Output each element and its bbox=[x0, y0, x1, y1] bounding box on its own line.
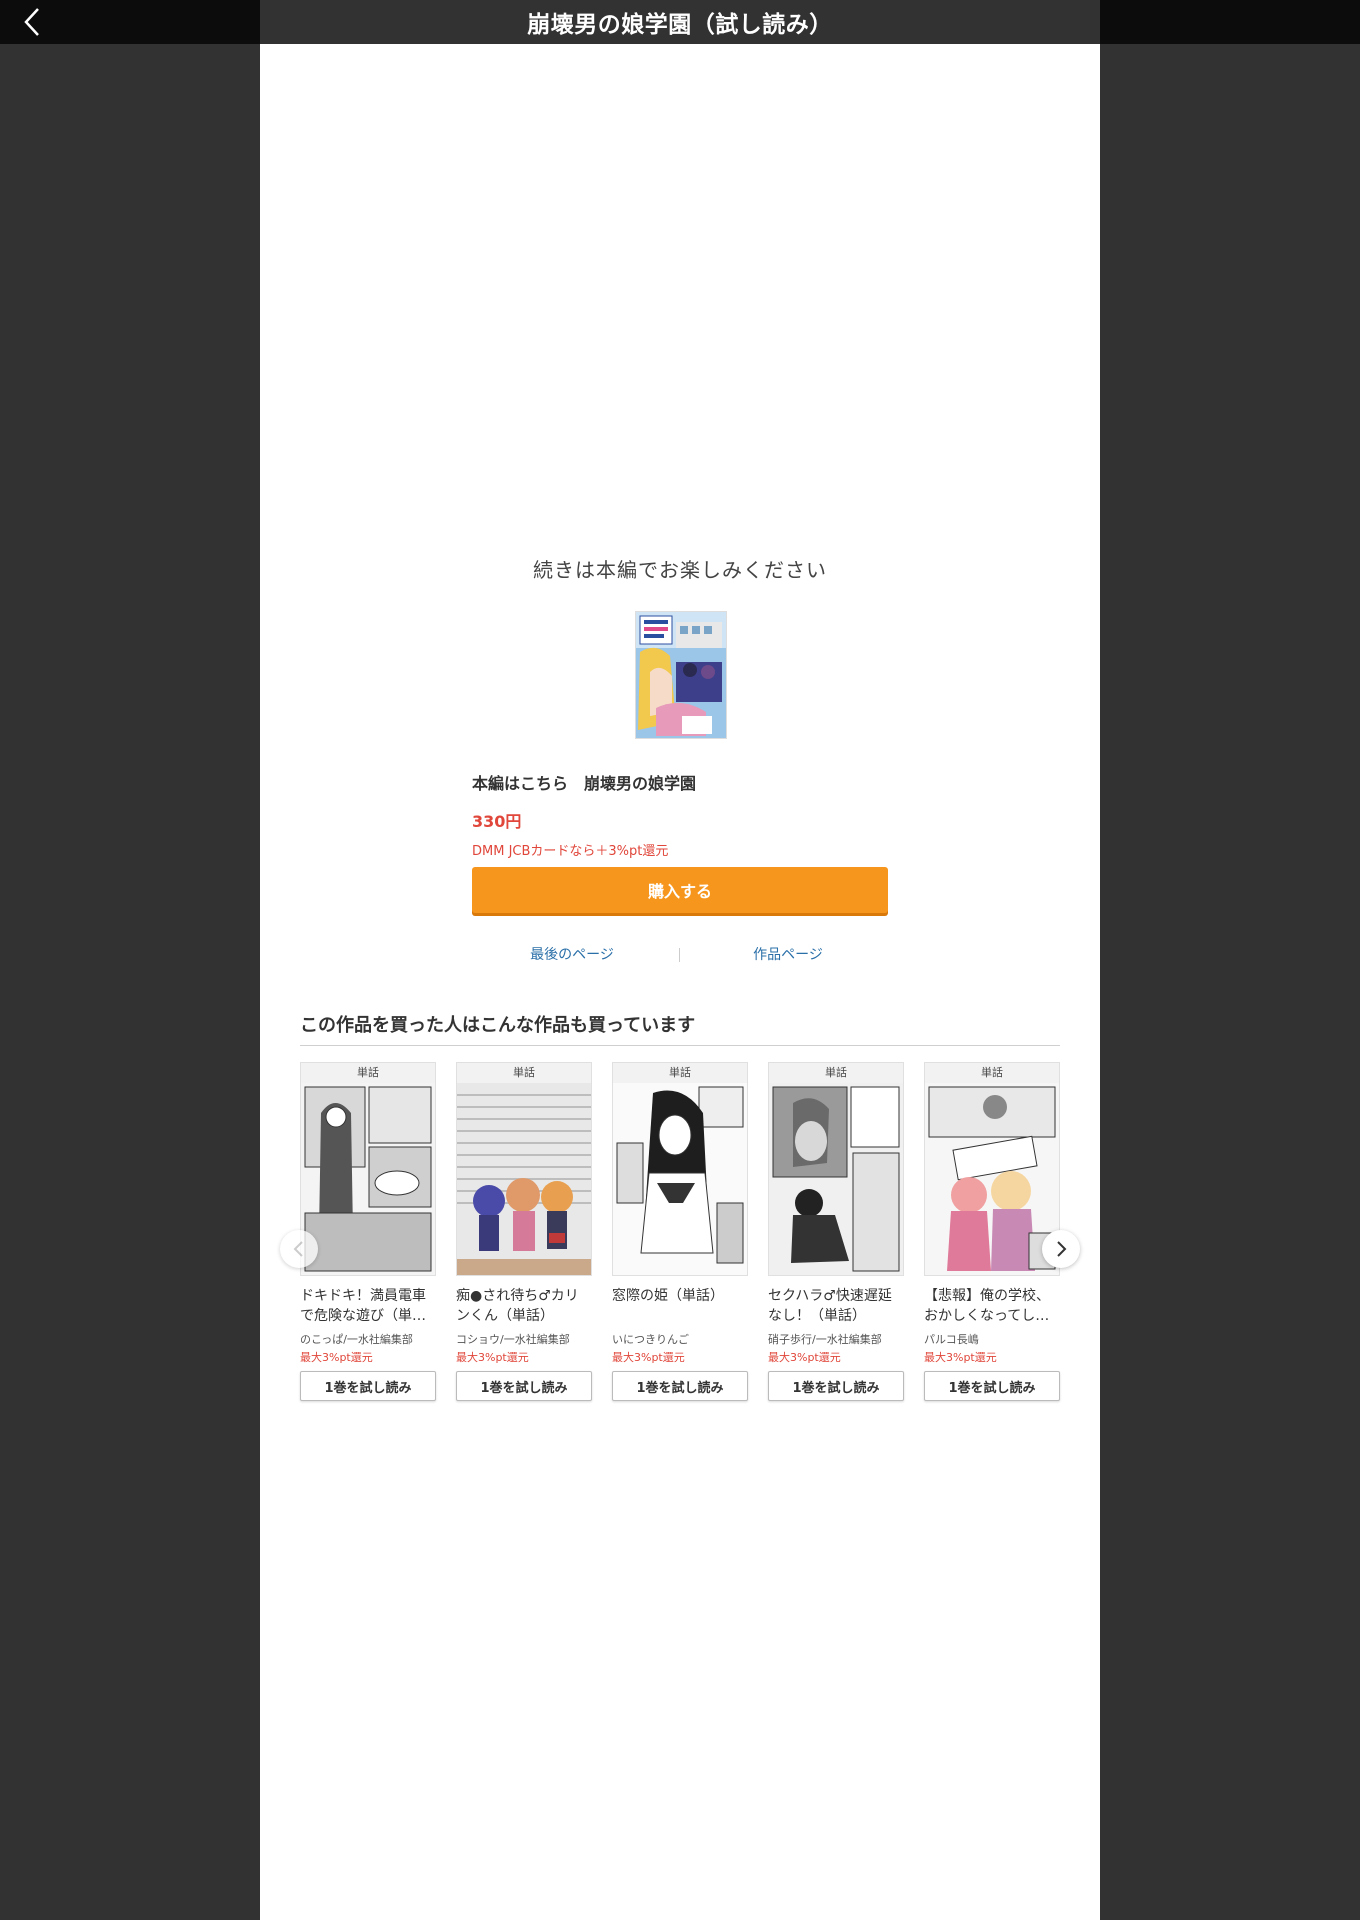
thumbnail-art bbox=[301, 1083, 435, 1275]
link-divider bbox=[679, 948, 680, 962]
card-thumbnail[interactable]: 単話 bbox=[612, 1062, 748, 1276]
card-tag: 単話 bbox=[769, 1063, 903, 1084]
top-bar: 崩壊男の娘学園（試し読み） bbox=[0, 0, 1360, 44]
recommend-divider bbox=[300, 1045, 1060, 1046]
thumbnail-art bbox=[925, 1083, 1059, 1275]
title-area: 崩壊男の娘学園（試し読み） bbox=[260, 0, 1100, 44]
product-cover-image[interactable] bbox=[635, 611, 727, 739]
product-info: 本編はこちら 崩壊男の娘学園 330円 DMM JCBカードなら＋3%pt還元 bbox=[472, 770, 888, 859]
chevron-right-icon bbox=[1057, 1241, 1067, 1257]
last-page-link[interactable]: 最後のページ bbox=[472, 944, 672, 964]
product-name: 本編はこちら 崩壊男の娘学園 bbox=[472, 774, 697, 793]
card-thumbnail[interactable]: 単話 bbox=[768, 1062, 904, 1276]
card-tag: 単話 bbox=[613, 1063, 747, 1084]
card-points: 最大3%pt還元 bbox=[924, 1351, 997, 1364]
trial-read-button[interactable]: 1巻を試し読み bbox=[456, 1371, 592, 1401]
chevron-left-icon bbox=[24, 8, 39, 36]
cover-illustration bbox=[636, 612, 726, 738]
card-points: 最大3%pt還元 bbox=[456, 1351, 529, 1364]
card-thumbnail[interactable]: 単話 bbox=[300, 1062, 436, 1276]
trial-read-button[interactable]: 1巻を試し読み bbox=[768, 1371, 904, 1401]
card-author[interactable]: コショウ/一水社編集部 bbox=[456, 1331, 592, 1347]
card-promo-text: DMM JCBカードなら＋3%pt還元 bbox=[472, 844, 669, 859]
card-author[interactable]: パルコ長嶋 bbox=[924, 1331, 1060, 1347]
navigation-links: 最後のページ 作品ページ bbox=[472, 944, 888, 968]
continue-message: 続きは本編でお楽しみください bbox=[533, 558, 827, 582]
recommend-card[interactable]: 単話 セクハラ♂快速遅延なし！（単話） 硝子歩行/一水社編集部 最大3%pt還元… bbox=[768, 1062, 904, 1401]
card-title[interactable]: 痴●され待ち♂カリンくん（単話） bbox=[456, 1286, 592, 1326]
work-page-link[interactable]: 作品ページ bbox=[688, 944, 888, 964]
card-points: 最大3%pt還元 bbox=[300, 1351, 373, 1364]
recommend-card[interactable]: 単話 痴●され待ち♂カリンくん（単話） コショウ/一水社編集部 最大3%pt還元… bbox=[456, 1062, 592, 1401]
card-thumbnail[interactable]: 単話 bbox=[924, 1062, 1060, 1276]
page-title: 崩壊男の娘学園（試し読み） bbox=[527, 12, 833, 38]
recommend-card[interactable]: 単話 【悲報】俺の学校、おかしくなってし… パルコ長嶋 最大3%pt還元 1巻を… bbox=[924, 1062, 1060, 1401]
card-title[interactable]: セクハラ♂快速遅延なし！（単話） bbox=[768, 1286, 904, 1326]
card-author[interactable]: いにつきりんご bbox=[612, 1331, 748, 1347]
viewer-page: 続きは本編でお楽しみください 本編はこちら 崩壊男の娘学園 330円 DMM J… bbox=[260, 44, 1100, 1920]
card-thumbnail[interactable]: 単話 bbox=[456, 1062, 592, 1276]
carousel-next-button[interactable] bbox=[1042, 1230, 1080, 1268]
recommend-card[interactable]: 単話 窓際の姫（単話） いにつきりんご 最大3%pt還元 1巻を試し読み bbox=[612, 1062, 748, 1401]
recommend-heading: この作品を買った人はこんな作品も買っています bbox=[300, 1015, 696, 1036]
card-title[interactable]: 窓際の姫（単話） bbox=[612, 1286, 748, 1326]
card-tag: 単話 bbox=[301, 1063, 435, 1084]
recommend-card[interactable]: 単話 ドキドキ！満員電車で危険な遊び（単… のこっぱ/一水社編集部 最大3%pt… bbox=[300, 1062, 436, 1401]
card-title[interactable]: ドキドキ！満員電車で危険な遊び（単… bbox=[300, 1286, 436, 1326]
card-author[interactable]: 硝子歩行/一水社編集部 bbox=[768, 1331, 904, 1347]
trial-read-button[interactable]: 1巻を試し読み bbox=[612, 1371, 748, 1401]
back-button[interactable] bbox=[14, 4, 50, 40]
buy-button[interactable]: 購入する bbox=[472, 867, 888, 913]
card-points: 最大3%pt還元 bbox=[612, 1351, 685, 1364]
card-title[interactable]: 【悲報】俺の学校、おかしくなってし… bbox=[924, 1286, 1060, 1326]
card-tag: 単話 bbox=[925, 1063, 1059, 1084]
trial-read-button[interactable]: 1巻を試し読み bbox=[300, 1371, 436, 1401]
trial-read-button[interactable]: 1巻を試し読み bbox=[924, 1371, 1060, 1401]
carousel-prev-button[interactable] bbox=[280, 1230, 318, 1268]
thumbnail-art bbox=[613, 1083, 747, 1275]
card-points: 最大3%pt還元 bbox=[768, 1351, 841, 1364]
card-author[interactable]: のこっぱ/一水社編集部 bbox=[300, 1331, 436, 1347]
thumbnail-art bbox=[457, 1083, 591, 1275]
product-price: 330円 bbox=[472, 812, 522, 831]
card-tag: 単話 bbox=[457, 1063, 591, 1084]
thumbnail-art bbox=[769, 1083, 903, 1275]
chevron-left-icon bbox=[293, 1241, 303, 1257]
